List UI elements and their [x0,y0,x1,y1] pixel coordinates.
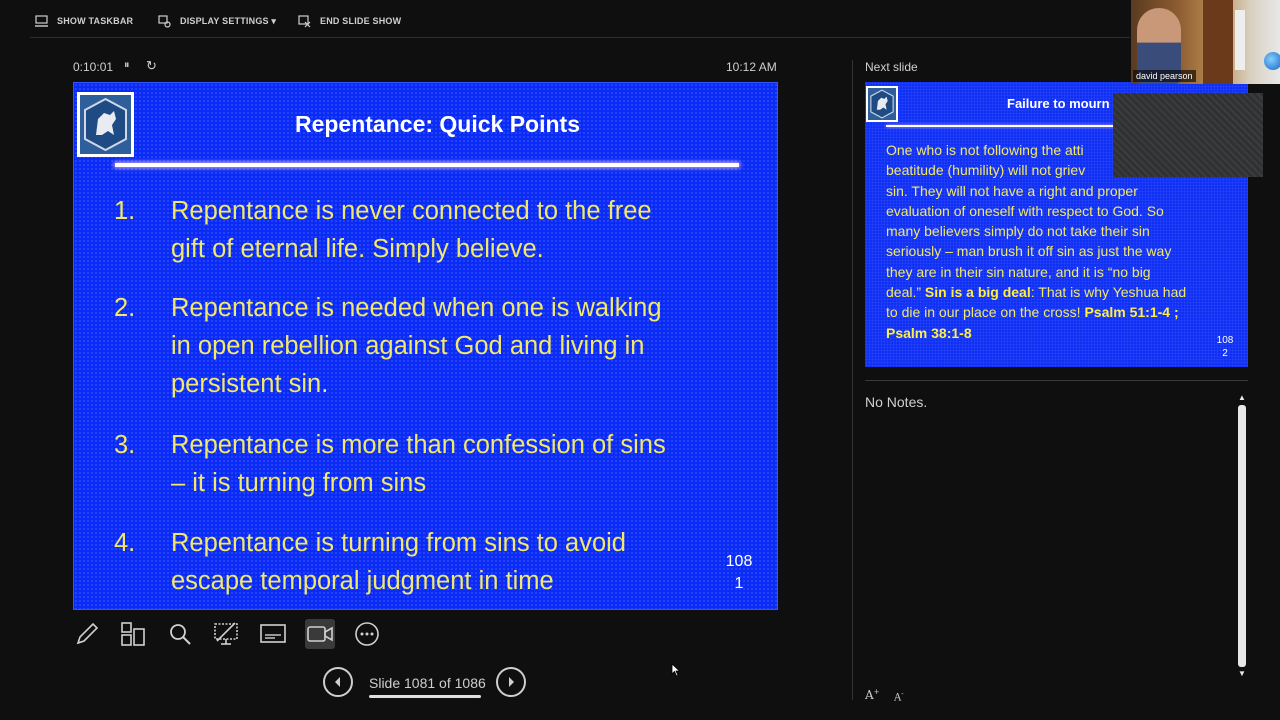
self-view-video[interactable] [1113,93,1263,177]
subtitles-button[interactable] [258,619,288,649]
pen-tool-button[interactable] [72,619,102,649]
end-slide-show-button[interactable]: END SLIDE SHOW [298,14,401,28]
point-line: Repentance is turning from sins to avoid [171,529,626,557]
zoom-button[interactable] [165,619,195,649]
pause-icon[interactable]: ⏸ [124,59,130,72]
slide-number: 108 1 [714,551,764,595]
video-camera-icon [307,626,333,642]
next-body-text: : That is why Yeshua had [1030,284,1187,301]
current-time: 10:12 AM [726,60,777,74]
point-line: escape temporal judgment in time [171,567,554,595]
next-body-line: Psalm 38:1-8 [886,323,1221,343]
grid-view-icon [121,622,145,646]
show-taskbar-label: SHOW TASKBAR [57,16,134,26]
title-underline [115,163,739,167]
point-line: Repentance is needed when one is walking [171,294,662,322]
next-slide-logo [866,86,898,122]
next-slide-number: 108 2 [1210,334,1240,360]
point-1: 1. Repentance is never connected to the … [114,192,734,268]
point-line: persistent sin. [171,370,329,398]
next-slide-label: Next slide [865,60,918,74]
next-body-line: sin. They will not have a right and prop… [886,182,1138,199]
subtitles-icon [260,624,286,643]
slide-progress-bar [369,695,481,698]
mouse-cursor-icon [671,663,681,677]
point-line: Repentance is never connected to the fre… [171,197,652,225]
next-body-bold: Psalm 51:1-4 ; [1084,304,1179,321]
next-body-line: evaluation of oneself with respect to Go… [886,202,1164,219]
panel-divider[interactable] [852,60,853,700]
next-slide-number-line: 108 [1216,335,1234,346]
next-body-line: seriously – man brush it off sin as just… [886,243,1172,260]
point-number: 1. [114,197,136,225]
point-line: in open rebellion against God and living… [171,332,645,360]
speaker-notes[interactable]: No Notes. [865,394,927,410]
camera-toggle-button[interactable] [305,619,335,649]
point-line: gift of eternal life. Simply believe. [171,235,544,263]
slide-counter[interactable]: Slide 1081 of 1086 [369,675,486,691]
screen-slash-icon [214,622,238,645]
see-all-slides-button[interactable] [118,619,148,649]
slide-number-line: 1 [734,575,744,592]
toolbar-divider [30,37,1130,38]
reset-timer-icon[interactable]: ↻ [146,58,157,74]
next-slide-title: Failure to mourn [1007,96,1110,111]
display-settings-button[interactable]: DISPLAY SETTINGS ▾ [158,14,276,28]
display-settings-icon [158,14,171,28]
next-body-line-mixed: deal.” Sin is a big deal: That is why Ye… [886,282,1221,302]
next-body-line-mixed: to die in our place on the cross! Psalm … [886,302,1221,322]
next-body-text: to die in our place on the cross! [886,304,1081,321]
end-show-icon [298,14,311,27]
video-background [1203,0,1233,84]
previous-slide-button[interactable] [323,667,353,697]
more-options-icon [355,622,379,646]
decrease-font-button[interactable]: A- [894,690,904,703]
point-line: – it is turning from sins [171,469,427,497]
point-3: 3. Repentance is more than confession of… [114,426,734,502]
chevron-right-icon [509,677,514,687]
next-body-bold: Sin is a big deal [924,284,1031,301]
next-body-bold: Psalm 38:1-8 [886,324,972,341]
top-toolbar: SHOW TASKBAR DISPLAY SETTINGS ▾ END SLID… [0,0,1280,38]
participant-name: david pearson [1133,70,1196,82]
increase-font-label: A [865,688,874,702]
more-options-button[interactable] [352,619,382,649]
video-background [1235,10,1245,70]
scrollbar-thumb[interactable] [1238,405,1246,667]
end-slide-show-label: END SLIDE SHOW [320,16,402,26]
point-line: Repentance is more than confession of si… [171,431,666,459]
scroll-down-icon[interactable]: ▼ [1238,669,1246,678]
slide-title: Repentance: Quick Points [294,111,580,137]
point-2: 2. Repentance is needed when one is walk… [114,289,734,403]
pen-icon [76,622,99,645]
notes-scrollbar[interactable]: ▲ ▼ [1237,393,1247,679]
video-orb-icon [1264,52,1280,70]
chevron-left-icon [335,677,340,687]
current-slide[interactable]: Repentance: Quick Points 1. Repentance i… [73,82,778,610]
point-number: 3. [114,431,136,459]
magnifier-icon [170,624,191,645]
participant-video[interactable]: david pearson [1131,0,1280,84]
elapsed-timer: 0:10:01 [73,60,114,74]
next-body-line: many believers simply do not take their … [886,223,1150,240]
next-body-line: they are in their sin nature, and it is … [886,263,1151,280]
point-4: 4. Repentance is turning from sins to av… [114,524,734,600]
next-slide-button[interactable] [496,667,526,697]
next-slide-number-line: 2 [1222,348,1228,359]
point-number: 4. [114,529,136,557]
taskbar-icon [35,15,48,27]
slide-number-line: 108 [725,553,753,570]
show-taskbar-button[interactable]: SHOW TASKBAR [35,14,133,28]
display-settings-label: DISPLAY SETTINGS ▾ [180,15,277,26]
point-number: 2. [114,294,136,322]
black-screen-button[interactable] [211,619,241,649]
notes-divider[interactable] [865,380,1248,381]
lion-emblem-icon [870,89,894,119]
next-body-text: deal.” [886,284,922,301]
increase-font-button[interactable]: A+ [865,688,880,702]
scroll-up-icon[interactable]: ▲ [1238,393,1246,402]
